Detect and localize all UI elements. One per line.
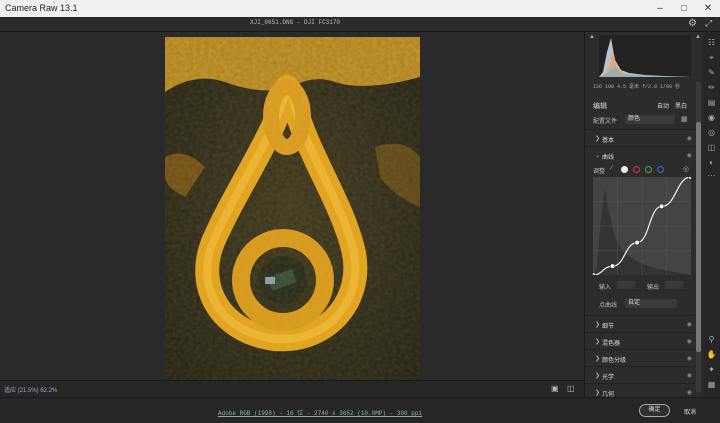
graduated-filter-icon[interactable]: ▤ [706,97,717,108]
highlight-clipping-icon[interactable]: ▲ [695,34,701,40]
chevron-right-icon: ❯ [595,339,601,345]
top-info-bar: XJI_0651.DNG - DJI FC3170 ⚙ ⤢ [0,17,720,32]
before-after-icon[interactable]: ◫ [567,384,575,393]
curve-point-1[interactable] [610,263,616,269]
more-icon[interactable]: ⋯ [706,170,717,181]
section-basic-label: 基本 [602,138,615,144]
sampler-tool-icon[interactable]: ✦ [706,364,717,375]
input-label: 输入 [599,285,612,291]
blue-channel-icon[interactable] [657,166,664,173]
red-channel-icon[interactable] [633,166,640,173]
edit-panel: ▲ ▲ ISO 100 4.5 毫米 f/2.8 1/80 秒 编辑 自动 黑白… [584,32,704,400]
section-grading[interactable]: ❯ 颜色分级 ◉ [585,349,695,366]
app-title: Camera Raw 13.1 [5,3,78,13]
section-optics-label: 光学 [602,375,615,381]
bw-button[interactable]: 黑白 [675,101,687,110]
zoom-level[interactable]: 适应 (21.5%) 62.2% [4,385,57,394]
eye-icon[interactable]: ◉ [687,355,692,362]
image-viewer[interactable] [0,32,584,380]
bottom-bar: Adobe RGB (1998) - 16 位 - 2740 x 3652 (1… [0,397,720,423]
eye-icon[interactable]: ◉ [687,321,692,328]
brush-icon[interactable]: ✏ [706,82,717,93]
section-curve[interactable]: ⌄ 曲线 ◉ [585,146,695,163]
tool-strip: ☷ ⌖ ✎ ✏ ▤ ◉ ◎ ◫ ◐ ⋯ ⚲ ✋ ✦ ▦ [703,32,720,397]
profile-label: 配置文件 [593,119,618,125]
target-adjust-icon[interactable]: ◎ [683,165,689,173]
healing-brush-icon[interactable]: ✎ [706,67,717,78]
workflow-options-link[interactable]: Adobe RGB (1998) - 16 位 - 2740 x 3652 (1… [218,408,422,417]
snapshots-icon[interactable]: ◫ [706,142,717,153]
edit-title: 编辑 [593,103,607,110]
point-curve-icon[interactable] [621,166,628,173]
input-field[interactable] [617,281,635,289]
maximize-icon[interactable]: □ [672,0,696,17]
eye-icon[interactable]: ◉ [687,338,692,345]
curve-graph[interactable] [590,174,694,278]
auto-button[interactable]: 自动 [657,101,669,110]
cancel-button[interactable]: 取消 [684,407,696,416]
exif-info: ISO 100 4.5 毫米 f/2.8 1/80 秒 [593,84,681,90]
profile-select[interactable]: 颜色 [625,115,675,124]
hand-tool-icon[interactable]: ✋ [706,349,717,360]
red-eye-icon[interactable]: ◎ [706,127,717,138]
curve-channel-row: 调整 ⁄ ◎ [585,163,702,175]
profile-row: 配置文件 颜色 ▦ [585,114,702,126]
eye-icon[interactable]: ◉ [687,135,692,142]
close-icon[interactable]: ✕ [696,0,720,17]
section-mixer[interactable]: ❯ 混色器 ◉ [585,332,695,349]
file-info: XJI_0651.DNG - DJI FC3170 [250,19,341,26]
eye-icon[interactable]: ◉ [687,389,692,396]
grid-toggle-icon[interactable]: ▦ [706,379,717,390]
histogram: ▲ ▲ [585,32,704,78]
preview-photo [165,37,420,380]
edit-sliders-icon[interactable]: ☷ [706,37,717,48]
eye-icon[interactable]: ◉ [687,152,692,159]
chevron-down-icon: ⌄ [595,153,601,159]
chevron-right-icon: ❯ [595,373,601,379]
point-curve-row: 点曲线 自定 [585,298,702,309]
settings-gear-icon[interactable]: ⚙ [688,18,697,29]
profile-browser-icon[interactable]: ▦ [681,115,688,123]
chevron-right-icon: ❯ [595,322,601,328]
green-channel-icon[interactable] [645,166,652,173]
viewer-status-bar: 适应 (21.5%) 62.2% ▣ ◫ [0,380,584,397]
edit-header: 编辑 自动 黑白 [585,99,702,111]
section-detail-label: 细节 [602,324,615,330]
panel-scrollbar[interactable] [696,82,701,392]
window-title-bar: Camera Raw 13.1 [0,0,720,17]
adjust-label: 调整 [593,169,606,175]
chevron-right-icon: ❯ [595,356,601,362]
ok-button[interactable]: 确定 [639,404,670,417]
output-label: 输出 [647,285,660,291]
point-curve-label: 点曲线 [599,303,618,309]
fullscreen-icon[interactable]: ⤢ [705,18,712,29]
shadow-clipping-icon[interactable]: ▲ [589,34,595,40]
curve-point-3[interactable] [658,203,665,210]
section-curve-label: 曲线 [602,155,615,161]
parametric-curve-icon[interactable]: ⁄ [611,165,612,172]
curve-point-4[interactable] [688,174,694,180]
scrollbar-thumb[interactable] [696,122,701,352]
point-curve-select[interactable]: 自定 [625,299,677,308]
crop-icon[interactable]: ⌖ [706,52,717,63]
section-geometry-label: 几何 [602,392,615,398]
section-detail[interactable]: ❯ 细节 ◉ [585,315,695,332]
eye-icon[interactable]: ◉ [687,372,692,379]
input-output-row: 输入 输出 [585,281,702,291]
radial-filter-icon[interactable]: ◉ [706,112,717,123]
section-geometry[interactable]: ❯ 几何 ◉ [585,383,695,400]
output-field[interactable] [665,281,683,289]
zoom-tool-icon[interactable]: ⚲ [706,334,717,345]
section-mixer-label: 混色器 [602,341,621,347]
filmstrip-icon[interactable]: ▣ [551,384,559,393]
presets-icon[interactable]: ◐ [706,157,717,168]
chevron-right-icon: ❯ [595,136,601,142]
section-grading-label: 颜色分级 [602,358,627,364]
section-optics[interactable]: ❯ 光学 ◉ [585,366,695,383]
minimize-icon[interactable]: – [648,0,672,17]
section-basic[interactable]: ❯ 基本 ◉ [585,129,695,146]
curve-point-2[interactable] [634,240,640,246]
chevron-right-icon: ❯ [595,390,601,396]
